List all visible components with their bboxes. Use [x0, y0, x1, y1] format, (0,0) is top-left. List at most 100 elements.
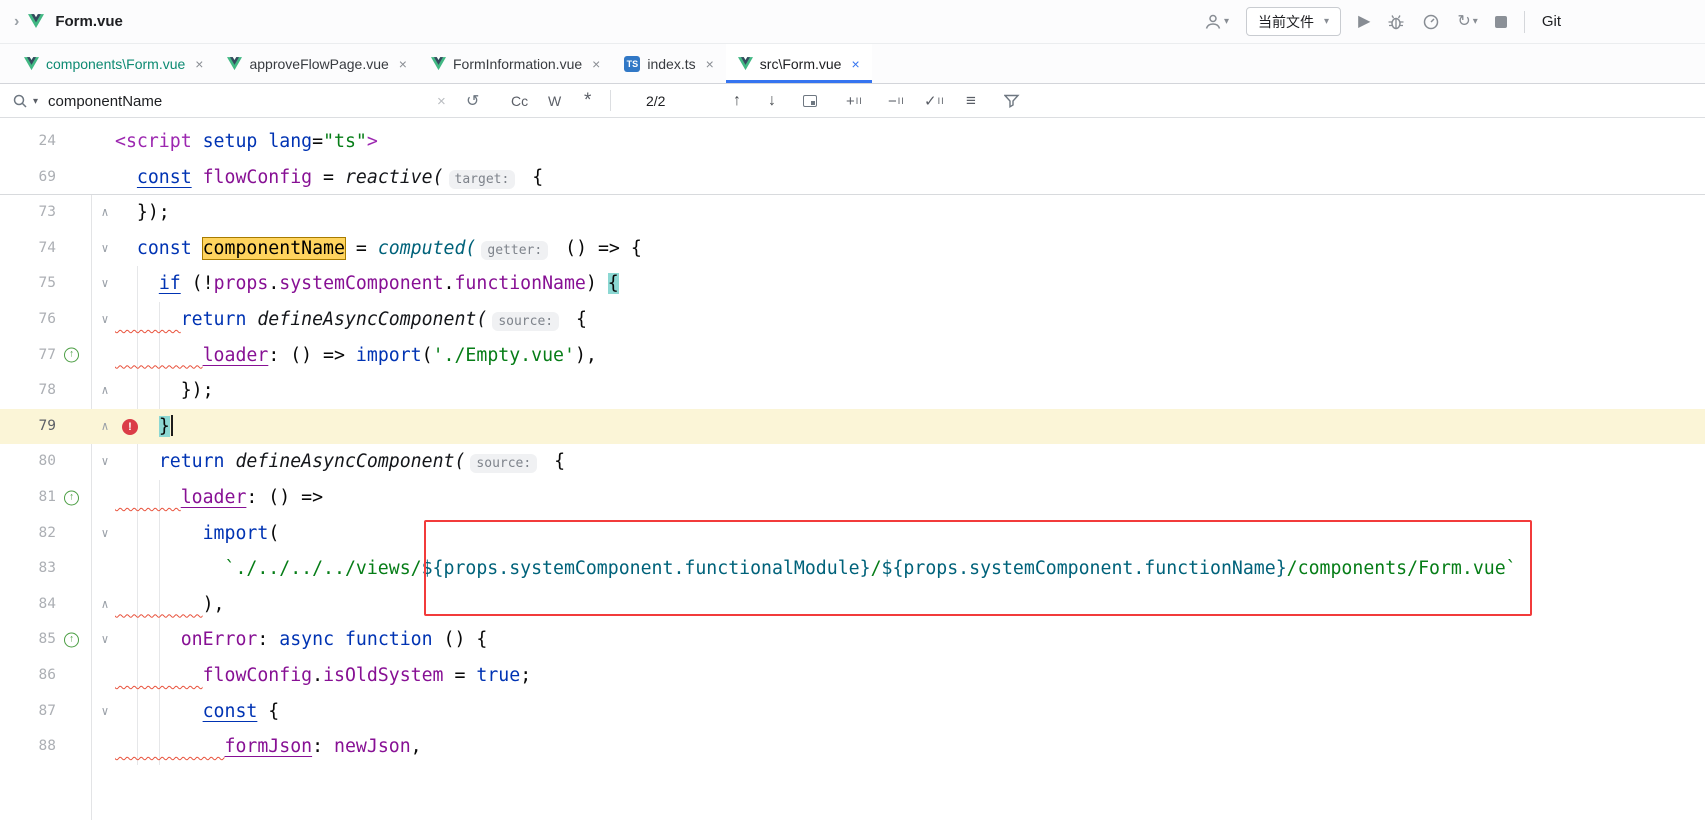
code-text: import( [115, 516, 279, 552]
line-number: 85 [0, 622, 56, 658]
run-config-selector[interactable]: 当前文件 ▾ [1246, 7, 1341, 36]
search-results-list-icon[interactable]: ≡ [966, 84, 976, 118]
select-all-occurrences-icon[interactable]: ✓II [924, 84, 945, 118]
debug-icon[interactable] [1387, 13, 1405, 31]
search-history-icon[interactable]: ↺ [466, 84, 479, 118]
code-line-86[interactable]: 86 flowConfig.isOldSystem = true; [0, 658, 1705, 694]
code-line-24[interactable]: 24<script setup lang="ts"> [0, 124, 1705, 160]
search-icon[interactable] [12, 84, 28, 118]
code-line-69[interactable]: 69 const flowConfig = reactive(target: { [0, 160, 1705, 196]
line-number: 76 [0, 302, 56, 338]
code-line-79[interactable]: 79!∧ } [0, 409, 1705, 445]
fold-up-icon[interactable]: ∧ [97, 195, 113, 231]
line-number: 79 [0, 409, 56, 445]
code-line-81[interactable]: 81↑ loader: () => [0, 480, 1705, 516]
add-occurrence-icon[interactable]: +II [846, 84, 863, 118]
previous-match-icon[interactable]: ↑ [733, 84, 741, 118]
code-text: }); [115, 195, 170, 231]
window-title: Form.vue [55, 13, 123, 30]
fold-down-icon[interactable]: ∨ [97, 266, 113, 302]
text-cursor [171, 415, 173, 436]
minus-icon: − [888, 93, 897, 110]
run-icon[interactable]: ▶ [1358, 14, 1370, 30]
code-text: `./../../../views/${props.systemComponen… [115, 551, 1517, 587]
line-number: 80 [0, 444, 56, 480]
dropdown-caret-icon: ▾ [1473, 17, 1478, 27]
dropdown-caret-icon: ▾ [1324, 16, 1329, 27]
rerun-icon[interactable]: ↻ ▾ [1457, 14, 1477, 30]
fold-up-icon[interactable]: ∧ [97, 587, 113, 623]
tab-components-form.vue[interactable]: components\Form.vue × [12, 44, 215, 83]
tab-forminformation.vue[interactable]: FormInformation.vue × [419, 44, 612, 83]
fold-down-icon[interactable]: ∨ [97, 444, 113, 480]
code-text: <script setup lang="ts"> [115, 124, 378, 160]
code-line-83[interactable]: 83 `./../../../views/${props.systemCompo… [0, 551, 1705, 587]
search-input[interactable]: componentName [48, 84, 162, 118]
code-line-87[interactable]: 87∨ const { [0, 694, 1705, 730]
code-line-88[interactable]: 88 formJson: newJson, [0, 729, 1705, 765]
filter-icon[interactable] [1004, 84, 1020, 118]
profiler-icon[interactable] [1422, 13, 1440, 31]
code-lines[interactable]: 24<script setup lang="ts">69 const flowC… [0, 118, 1705, 765]
fold-down-icon[interactable]: ∨ [97, 694, 113, 730]
code-text: } [115, 409, 173, 445]
inlay-hint: source: [492, 312, 559, 331]
tab-approveflowpage.vue[interactable]: approveFlowPage.vue× [215, 44, 419, 83]
fold-up-icon[interactable]: ∧ [97, 409, 113, 445]
code-line-85[interactable]: 85↑∨ onError: async function () { [0, 622, 1705, 658]
tab-src-form.vue[interactable]: src\Form.vue × [726, 44, 872, 83]
match-case-toggle[interactable]: Cc [511, 84, 528, 118]
code-line-73[interactable]: 73 ∧ }); [0, 195, 1705, 231]
line-number: 87 [0, 694, 56, 730]
code-line-80[interactable]: 80 ∨ return defineAsyncComponent(source: … [0, 444, 1705, 480]
line-number: 77 [0, 338, 56, 374]
line-number: 82 [0, 516, 56, 552]
code-text: return defineAsyncComponent(source: { [115, 444, 565, 482]
code-line-84[interactable]: 84∧ ), [0, 587, 1705, 623]
fold-down-icon[interactable]: ∨ [97, 231, 113, 267]
fold-down-icon[interactable]: ∨ [97, 622, 113, 658]
code-line-76[interactable]: 76∨ return defineAsyncComponent(source: … [0, 302, 1705, 338]
regex-toggle[interactable]: * [584, 84, 591, 118]
line-number: 73 [0, 195, 56, 231]
users-icon[interactable]: ▾ [1204, 13, 1229, 31]
code-line-77[interactable]: 77↑ loader: () => import('./Empty.vue'), [0, 338, 1705, 374]
clear-search-icon[interactable]: × [437, 84, 446, 118]
code-line-78[interactable]: 78∧ }); [0, 373, 1705, 409]
editor: 24<script setup lang="ts">69 const flowC… [0, 118, 1705, 820]
git-menu[interactable]: Git [1542, 13, 1561, 30]
open-in-find-window-icon[interactable] [803, 84, 817, 118]
tab-index.ts[interactable]: TSindex.ts× [612, 44, 725, 83]
next-match-icon[interactable]: ↓ [768, 84, 776, 118]
close-icon[interactable]: × [399, 56, 407, 72]
code-line-75[interactable]: 75∨ if (!props.systemComponent.functionN… [0, 266, 1705, 302]
code-line-74[interactable]: 74∨ const componentName = computed(gette… [0, 231, 1705, 267]
line-number: 81 [0, 480, 56, 516]
close-icon[interactable]: × [592, 56, 600, 72]
tab-label: FormInformation.vue [453, 56, 582, 72]
vue-icon [431, 57, 446, 71]
whole-words-toggle[interactable]: W [548, 84, 561, 118]
stop-icon[interactable] [1495, 16, 1507, 28]
code-line-82[interactable]: 82 ∨ import( [0, 516, 1705, 552]
tab-label: components\Form.vue [46, 56, 185, 72]
search-mode-caret-icon[interactable]: ▾ [33, 84, 38, 118]
fold-down-icon[interactable]: ∨ [97, 302, 113, 338]
tab-label: src\Form.vue [760, 56, 842, 72]
inlay-hint: getter: [481, 241, 548, 260]
window-icon [803, 95, 817, 107]
fold-up-icon[interactable]: ∧ [97, 373, 113, 409]
overridden-marker-icon[interactable]: ↑ [64, 348, 79, 363]
bars-icon: II [938, 96, 945, 106]
fold-down-icon[interactable]: ∨ [97, 516, 113, 552]
close-icon[interactable]: × [851, 56, 859, 72]
dropdown-caret-icon: ▾ [1224, 17, 1229, 27]
remove-occurrence-icon[interactable]: −II [888, 84, 905, 118]
overridden-marker-icon[interactable]: ↑ [64, 490, 79, 505]
breadcrumb-chevron-icon[interactable]: › [14, 13, 19, 31]
close-icon[interactable]: × [706, 56, 714, 72]
tab-bar: components\Form.vue×approveFlowPage.vue×… [0, 44, 1705, 84]
match-count: 2/2 [646, 84, 665, 118]
close-icon[interactable]: × [195, 56, 203, 72]
overridden-marker-icon[interactable]: ↑ [64, 633, 79, 648]
